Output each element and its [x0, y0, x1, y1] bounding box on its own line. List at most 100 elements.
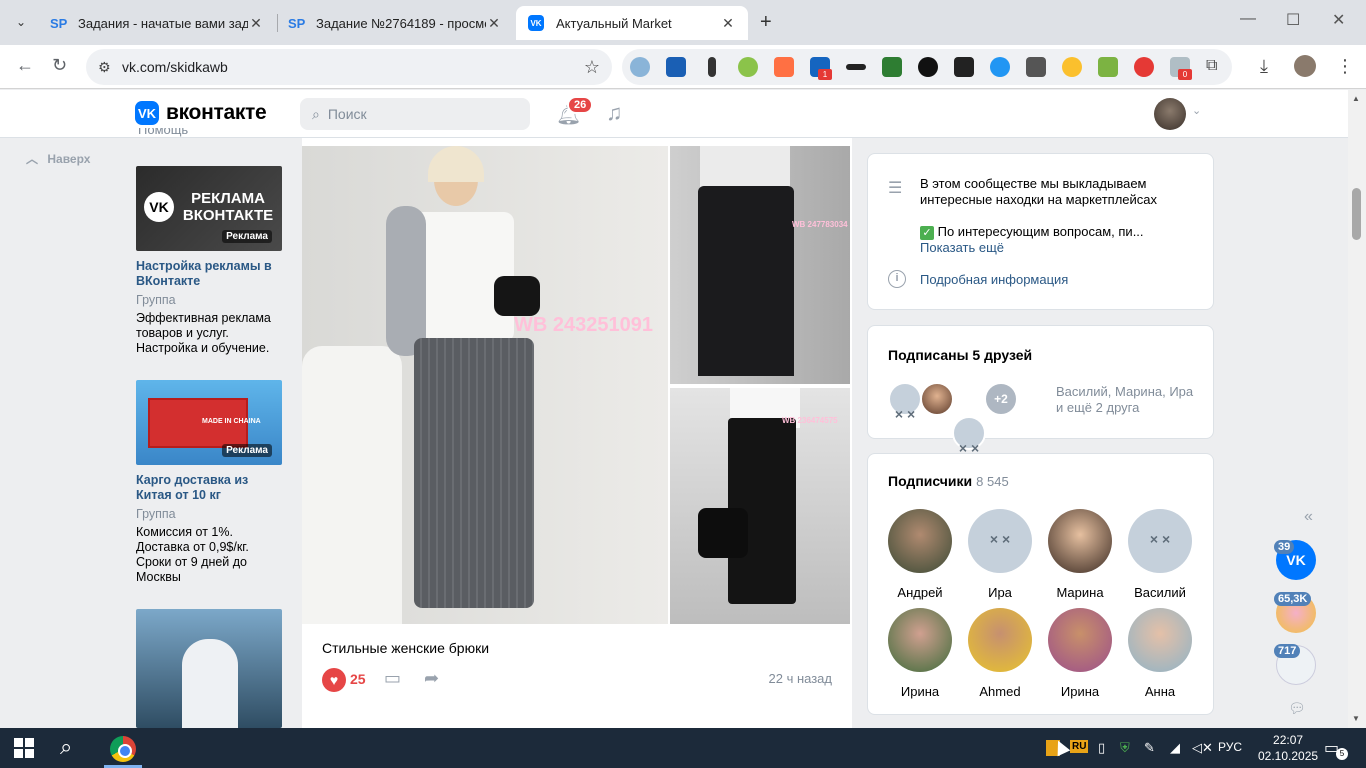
back-arrow-icon[interactable]: ←	[16, 55, 34, 76]
extensions-puzzle-icon[interactable]: ⧉	[1206, 57, 1226, 77]
clock-extension-icon[interactable]	[1062, 57, 1082, 77]
show-more-link[interactable]: Показать ещё	[920, 240, 1004, 256]
browser-tab-bar: ⌄ SP Задания - начатые вами задан ✕ SP З…	[0, 0, 1366, 45]
subscriber[interactable]: Марина	[1040, 509, 1120, 600]
url-text[interactable]: vk.com/skidkawb	[122, 59, 584, 75]
vk-logo-icon[interactable]: VK	[135, 101, 159, 125]
dots-extension-icon[interactable]	[708, 57, 716, 77]
friends-more-count: +2	[984, 382, 1018, 416]
system-clock[interactable]: 22:07 02.10.2025	[1258, 732, 1318, 764]
pen-icon[interactable]: ✎	[1144, 740, 1155, 756]
post-photo-top-right[interactable]: WB 247783034	[670, 146, 850, 384]
chat-icon[interactable]: 💬︎	[1288, 700, 1306, 717]
chevron-down-icon[interactable]: ⌄	[1192, 104, 1201, 117]
subscriber[interactable]: Ahmed	[960, 608, 1040, 699]
extension-badge: 1	[818, 69, 832, 80]
chart-extension-icon[interactable]	[990, 57, 1010, 77]
tab-list-icon[interactable]: ⌄	[8, 9, 34, 35]
keyboard-layout-badge[interactable]: RU	[1070, 740, 1089, 753]
ad-cargo-china[interactable]: MADE IN CHAINA Реклама Карго доставка из…	[136, 380, 282, 585]
usb-icon[interactable]: ▯	[1098, 740, 1105, 756]
subscriber[interactable]: Ира	[960, 509, 1040, 600]
vk-wordmark[interactable]: вконтакте	[166, 101, 267, 125]
sweater-shape	[386, 206, 426, 356]
leaf-extension-icon[interactable]	[882, 57, 902, 77]
page-scrollbar[interactable]: ▲ ▼	[1348, 90, 1366, 728]
menu-dots-icon[interactable]: ⋮	[1336, 56, 1354, 77]
maximize-icon[interactable]: ☐	[1286, 10, 1300, 30]
scrollbar-thumb[interactable]	[1352, 188, 1361, 240]
share-icon[interactable]: ➦	[424, 668, 439, 689]
orange-extension-icon[interactable]	[774, 57, 794, 77]
grid-extension-icon[interactable]	[954, 57, 974, 77]
site-settings-icon[interactable]: ⚙	[98, 59, 122, 76]
download-icon[interactable]: ⤓	[1260, 56, 1268, 77]
avatar[interactable]	[1154, 98, 1186, 130]
a-extension-icon[interactable]	[918, 57, 938, 77]
lime-extension-icon[interactable]	[1098, 57, 1118, 77]
ad-image-text: MADE IN CHAINA	[202, 418, 261, 425]
back-to-top[interactable]: ︿ Наверх	[26, 150, 90, 167]
tab-tasks[interactable]: SP Задания - начатые вами задан ✕	[38, 6, 276, 40]
snowflake-extension-icon[interactable]	[666, 57, 686, 77]
ad-image[interactable]: MADE IN CHAINA Реклама	[136, 380, 282, 465]
post-photo-main[interactable]: WB 243251091	[302, 146, 668, 624]
heart-icon[interactable]: ♥	[322, 668, 346, 692]
subscriber[interactable]: Андрей	[880, 509, 960, 600]
like-count[interactable]: 25	[350, 671, 366, 687]
qr-extension-icon[interactable]	[1026, 57, 1046, 77]
ad-third[interactable]	[136, 609, 282, 728]
subscriber-name: Ира	[988, 585, 1012, 600]
comment-icon[interactable]: ▭	[384, 668, 401, 689]
subscribers-title[interactable]: Подписчики 8 545	[888, 473, 1009, 489]
subscriber[interactable]: Василий	[1120, 509, 1200, 600]
close-icon[interactable]: ✕	[248, 15, 264, 32]
double-chevron-left-icon[interactable]: «	[1304, 508, 1313, 526]
volume-mute-icon[interactable]: ◁✕	[1192, 740, 1213, 756]
windows-start-icon[interactable]	[14, 738, 34, 758]
music-icon[interactable]: ♫	[606, 100, 623, 126]
scroll-up-arrow-icon[interactable]: ▲	[1352, 94, 1360, 103]
subscriber-name: Ahmed	[979, 684, 1021, 699]
ad-image[interactable]	[136, 609, 282, 728]
ad-vk-advertising[interactable]: VK РЕКЛАМА ВКОНТАКТЕ Реклама Настройка р…	[136, 166, 282, 356]
profile-icon[interactable]	[1294, 55, 1316, 77]
post-photo-bottom-right[interactable]: WB 236474575	[670, 388, 850, 624]
friends-title[interactable]: Подписаны 5 друзей	[888, 347, 1032, 363]
friends-subscribed-card[interactable]: Подписаны 5 друзей +2 Василий, Марина, И…	[867, 325, 1214, 456]
search-input[interactable]: ⌕ Поиск	[300, 98, 530, 130]
ad-image[interactable]: VK РЕКЛАМА ВКОНТАКТЕ Реклама	[136, 166, 282, 251]
search-icon[interactable]: ⌕	[60, 734, 72, 760]
green-extension-icon[interactable]	[738, 57, 758, 77]
wb-article-label: WB 236474575	[782, 416, 838, 425]
close-icon[interactable]: ✕	[720, 15, 736, 32]
network-icon[interactable]: ◢	[1170, 740, 1180, 756]
ad-title[interactable]: Настройка рекламы в ВКонтакте	[136, 259, 282, 289]
language-indicator[interactable]: РУС	[1218, 740, 1242, 754]
red-extension-icon[interactable]	[1134, 57, 1154, 77]
plus-icon[interactable]: +	[760, 11, 772, 34]
details-link[interactable]: Подробная информация	[920, 272, 1068, 288]
cloud-extension-icon[interactable]	[630, 57, 650, 77]
close-icon[interactable]: ✕	[486, 15, 502, 32]
subscriber[interactable]: Ирина	[880, 608, 960, 699]
star-icon[interactable]: ☆	[584, 57, 600, 78]
subscriber[interactable]: Ирина	[1040, 608, 1120, 699]
scroll-down-arrow-icon[interactable]: ▼	[1352, 714, 1360, 723]
sp-favicon-icon: SP	[288, 15, 306, 31]
reload-icon[interactable]: ↻	[52, 55, 67, 76]
post-time[interactable]: 22 ч назад	[769, 671, 833, 686]
community-info-card: ☰ В этом сообществе мы выкладываем интер…	[867, 153, 1214, 310]
chevron-up-icon: ︿	[26, 152, 39, 166]
chrome-icon[interactable]	[110, 736, 136, 762]
wave-extension-icon[interactable]	[846, 64, 866, 70]
address-bar[interactable]: ⚙ vk.com/skidkawb ☆	[86, 49, 612, 85]
window-close-icon[interactable]: ✕	[1332, 10, 1345, 30]
ad-title[interactable]: Карго доставка из Китая от 10 кг	[136, 473, 282, 503]
tab-task-2764189[interactable]: SP Задание №2764189 - просмот ✕	[276, 6, 514, 40]
subscriber[interactable]: Анна	[1120, 608, 1200, 699]
shield-icon[interactable]: ⛨	[1120, 740, 1130, 756]
tab-aktualnyi-market[interactable]: VK Актуальный Market ✕	[516, 6, 748, 40]
menu-item-help-partial[interactable]: Помощь	[138, 128, 188, 138]
minimize-icon[interactable]: —	[1240, 10, 1256, 28]
